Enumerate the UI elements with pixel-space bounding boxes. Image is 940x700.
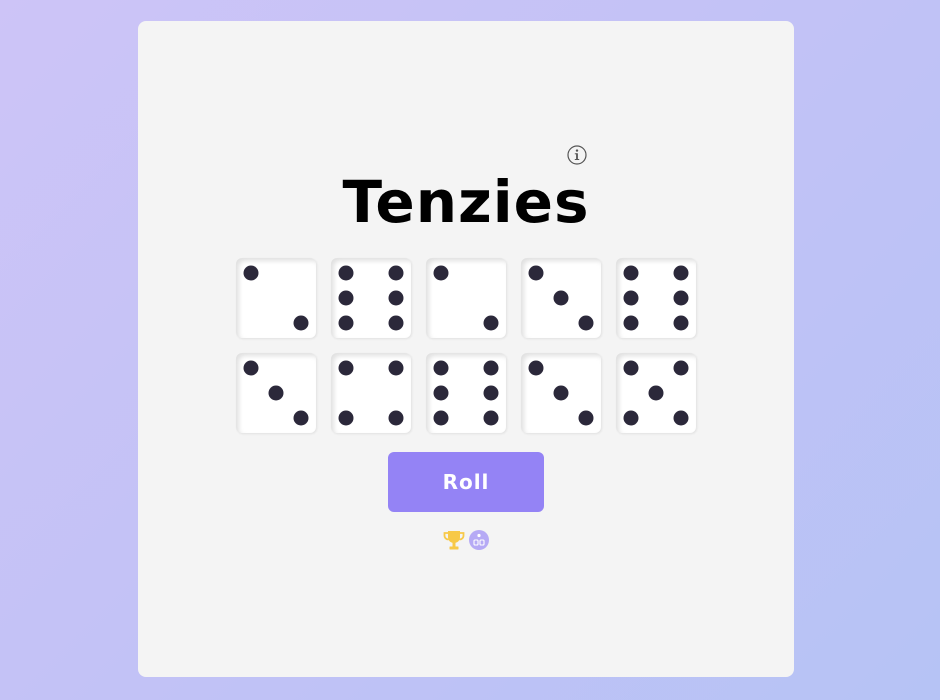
die-pip: [483, 315, 499, 331]
die-7[interactable]: [331, 353, 411, 433]
die-pip: [243, 360, 259, 376]
die-4[interactable]: [521, 258, 601, 338]
die-pip: [268, 385, 284, 401]
die-6[interactable]: [236, 353, 316, 433]
stats-icon[interactable]: [468, 529, 490, 555]
die-pip: [433, 385, 449, 401]
die-pip: [673, 410, 689, 426]
die-9[interactable]: [521, 353, 601, 433]
die-pip: [673, 265, 689, 281]
die-2[interactable]: [331, 258, 411, 338]
die-pip: [388, 360, 404, 376]
die-pip: [578, 315, 594, 331]
die-pip: [623, 360, 639, 376]
die-pip: [433, 410, 449, 426]
die-3[interactable]: [426, 258, 506, 338]
die-pip: [433, 360, 449, 376]
die-1[interactable]: [236, 258, 316, 338]
info-icon[interactable]: [567, 145, 587, 165]
die-pip: [578, 410, 594, 426]
die-pip: [338, 410, 354, 426]
dice-grid: [236, 258, 696, 433]
die-pip: [388, 265, 404, 281]
die-pip: [673, 290, 689, 306]
die-pip: [623, 315, 639, 331]
die-pip: [483, 360, 499, 376]
die-pip: [388, 315, 404, 331]
die-pip: [338, 265, 354, 281]
die-pip: [338, 290, 354, 306]
die-pip: [648, 385, 664, 401]
roll-button[interactable]: Roll: [388, 452, 544, 512]
die-10[interactable]: [616, 353, 696, 433]
die-pip: [243, 265, 259, 281]
die-pip: [483, 385, 499, 401]
die-pip: [338, 315, 354, 331]
die-pip: [528, 265, 544, 281]
die-pip: [623, 290, 639, 306]
die-pip: [553, 290, 569, 306]
die-8[interactable]: [426, 353, 506, 433]
die-pip: [553, 385, 569, 401]
die-pip: [388, 410, 404, 426]
die-pip: [293, 315, 309, 331]
bottom-icon-bar: [442, 530, 490, 554]
die-pip: [388, 290, 404, 306]
game-card: Tenzies Roll: [138, 21, 794, 677]
die-pip: [483, 410, 499, 426]
die-pip: [293, 410, 309, 426]
die-5[interactable]: [616, 258, 696, 338]
die-pip: [528, 360, 544, 376]
die-pip: [433, 265, 449, 281]
die-pip: [623, 410, 639, 426]
page-title: Tenzies: [342, 168, 590, 236]
die-pip: [623, 265, 639, 281]
die-pip: [673, 315, 689, 331]
die-pip: [338, 360, 354, 376]
die-pip: [673, 360, 689, 376]
trophy-icon[interactable]: [442, 528, 466, 556]
